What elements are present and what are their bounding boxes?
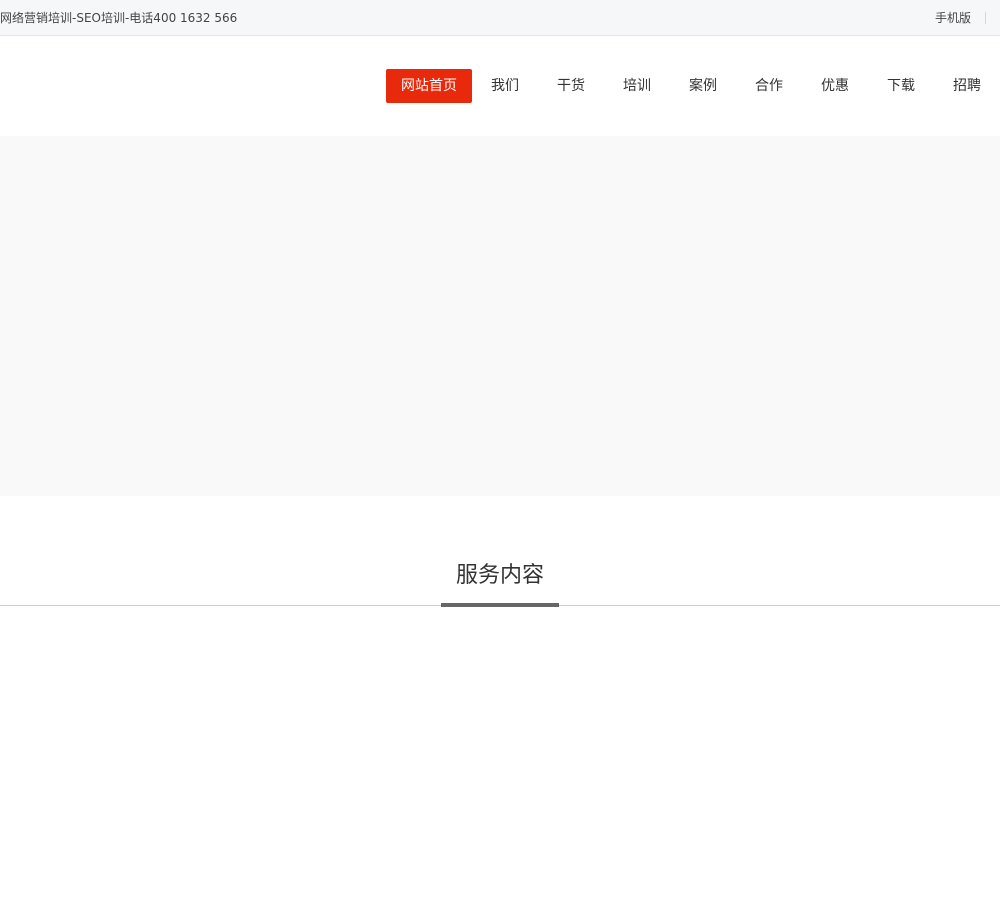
- main-nav: 网站首页 我们 干货 培训 案例 合作 优惠 下载 招聘: [386, 69, 1000, 103]
- top-bar-divider: [985, 12, 986, 24]
- nav-item-offers[interactable]: 优惠: [802, 69, 868, 103]
- section-title: 服务内容: [455, 563, 544, 588]
- top-bar: 网络营销培训-SEO培训-电话400 1632 566 手机版: [0, 0, 1000, 36]
- nav-item-about[interactable]: 我们: [472, 69, 538, 103]
- nav-item-cases[interactable]: 案例: [670, 69, 736, 103]
- site-header: 网站首页 我们 干货 培训 案例 合作 优惠 下载 招聘: [0, 36, 1000, 136]
- top-bar-links: 手机版: [935, 10, 1000, 26]
- logo-area[interactable]: [0, 36, 300, 136]
- site-tagline: 网络营销培训-SEO培训-电话400 1632 566: [0, 11, 238, 25]
- mobile-version-link[interactable]: 手机版: [935, 10, 985, 26]
- hero-banner: [0, 136, 1000, 496]
- nav-item-home[interactable]: 网站首页: [386, 69, 472, 103]
- nav-item-articles[interactable]: 干货: [538, 69, 604, 103]
- nav-item-training[interactable]: 培训: [604, 69, 670, 103]
- nav-item-cooperation[interactable]: 合作: [736, 69, 802, 103]
- section-title-underline: [441, 603, 559, 607]
- services-section: 服务内容: [0, 496, 1000, 909]
- nav-item-downloads[interactable]: 下载: [868, 69, 934, 103]
- nav-item-jobs[interactable]: 招聘: [934, 69, 1000, 103]
